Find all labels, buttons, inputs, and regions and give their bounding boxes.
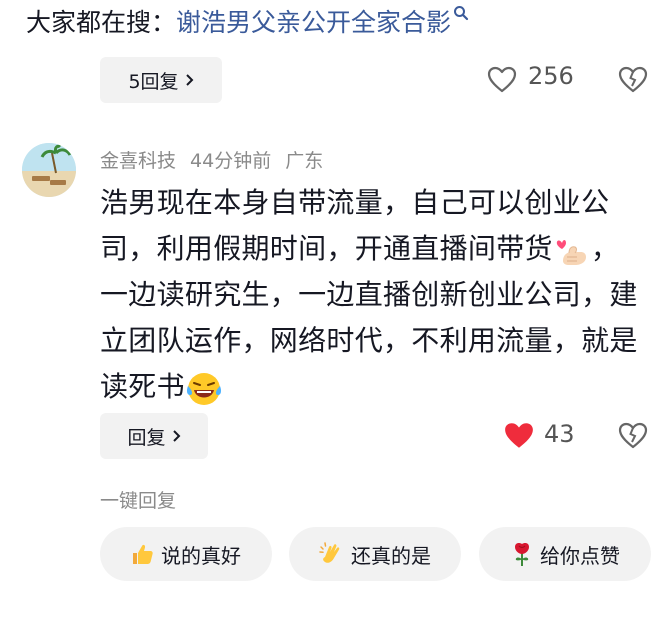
search-suggestion[interactable]: 大家都在搜：谢浩男父亲公开全家合影	[26, 6, 469, 40]
view-replies-button[interactable]: 5回复	[100, 57, 222, 103]
replies-count-label: 5回复	[128, 70, 179, 93]
finger-heart-emoji-icon	[556, 240, 586, 265]
dislike-broken-heart-icon[interactable]	[618, 422, 648, 449]
username[interactable]: 金喜科技	[100, 150, 176, 172]
clapping-hands-icon	[319, 542, 340, 563]
laughing-tears-emoji-icon	[186, 373, 221, 405]
avatar-beach-image	[22, 143, 76, 197]
thumbs-up-icon	[133, 544, 153, 564]
dislike-broken-heart-icon[interactable]	[618, 66, 648, 93]
comment-text-part1: 浩男现在本身自带流量，自己可以创业公司，利用假期时间，开通直播间带货	[100, 186, 610, 265]
quick-reply-chip-1-text: 说的真好	[161, 543, 241, 568]
quick-reply-label: 一键回复	[100, 490, 177, 512]
chevron-right-icon	[172, 430, 180, 442]
comment-time: 44分钟前	[190, 150, 272, 172]
comment-like-count: 43	[544, 420, 575, 448]
avatar[interactable]	[22, 143, 76, 197]
rose-icon	[515, 543, 529, 566]
search-icon	[454, 6, 469, 21]
quick-reply-chip-2-text: 还真的是	[351, 543, 431, 568]
search-term-link[interactable]: 谢浩男父亲公开全家合影	[176, 8, 451, 37]
comment-meta: 金喜科技 44分钟前 广东	[100, 146, 337, 173]
quick-reply-chip-3-text: 给你点赞	[540, 543, 620, 568]
quick-reply-chip-3[interactable]: 给你点赞	[479, 527, 651, 581]
reply-button[interactable]: 回复	[100, 413, 208, 459]
reply-label: 回复	[127, 426, 166, 449]
comment-location: 广东	[285, 150, 324, 172]
search-prefix: 大家都在搜：	[26, 8, 177, 37]
comment-body: 浩男现在本身自带流量，自己可以创业公司，利用假期时间，开通直播间带货 ，一边读研…	[100, 180, 645, 410]
quick-reply-chip-2[interactable]: 还真的是	[289, 527, 461, 581]
like-count: 256	[528, 62, 574, 90]
chevron-right-icon	[185, 74, 193, 86]
like-heart-outline-icon[interactable]	[487, 66, 517, 93]
like-heart-filled-icon[interactable]	[503, 421, 535, 450]
quick-reply-chip-1[interactable]: 说的真好	[100, 527, 272, 581]
